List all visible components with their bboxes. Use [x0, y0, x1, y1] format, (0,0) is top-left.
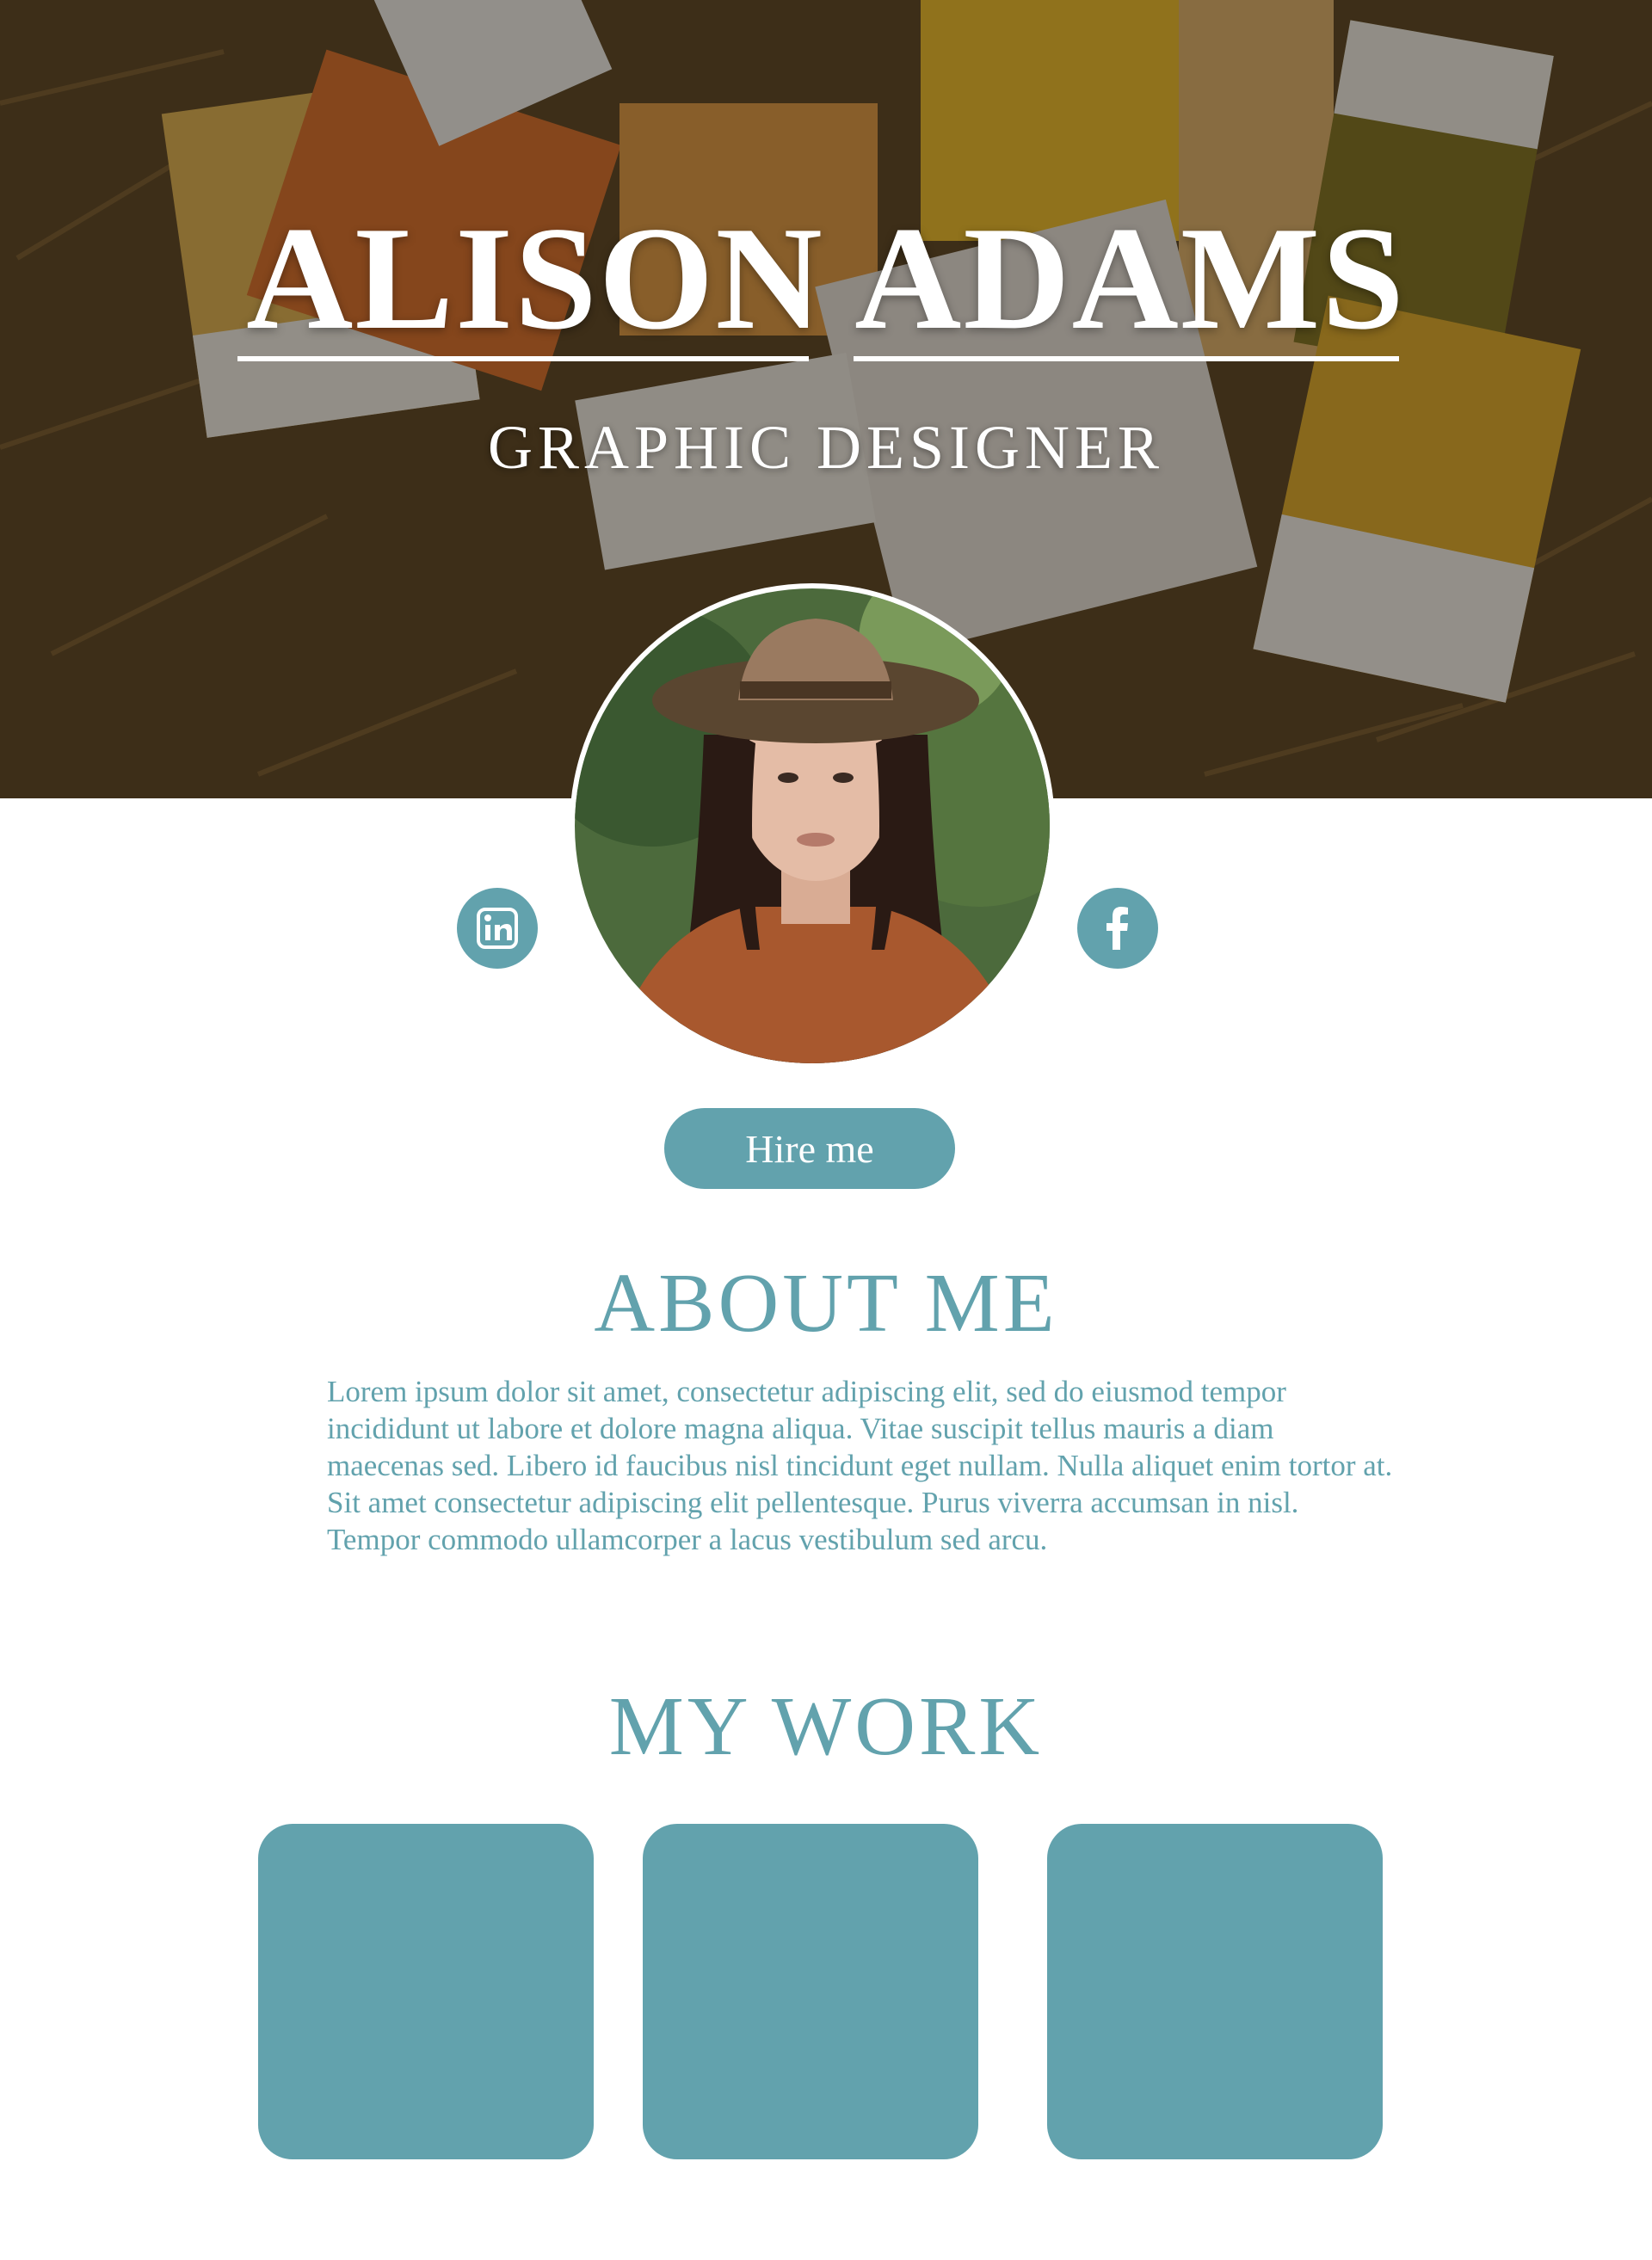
profile-photo	[570, 583, 1055, 1068]
linkedin-icon	[477, 908, 518, 949]
hero-name: ALISON ADAMS	[246, 197, 1406, 360]
about-heading: ABOUT ME	[594, 1257, 1058, 1350]
profile-photo-image	[575, 588, 1050, 1063]
work-heading: MY WORK	[608, 1680, 1044, 1773]
about-text: Lorem ipsum dolor sit amet, consectetur …	[327, 1375, 1393, 1556]
hero-subtitle: GRAPHIC DESIGNER	[487, 413, 1165, 482]
linkedin-button[interactable]	[457, 888, 538, 969]
name-underline-right	[854, 356, 1399, 361]
facebook-button[interactable]	[1077, 888, 1158, 969]
hire-me-button[interactable]: Hire me	[664, 1108, 955, 1189]
work-item-1[interactable]	[258, 1824, 594, 2159]
work-item-2[interactable]	[643, 1824, 978, 2159]
name-underline-left	[237, 356, 809, 361]
work-item-3[interactable]	[1047, 1824, 1383, 2159]
facebook-icon	[1106, 907, 1128, 950]
